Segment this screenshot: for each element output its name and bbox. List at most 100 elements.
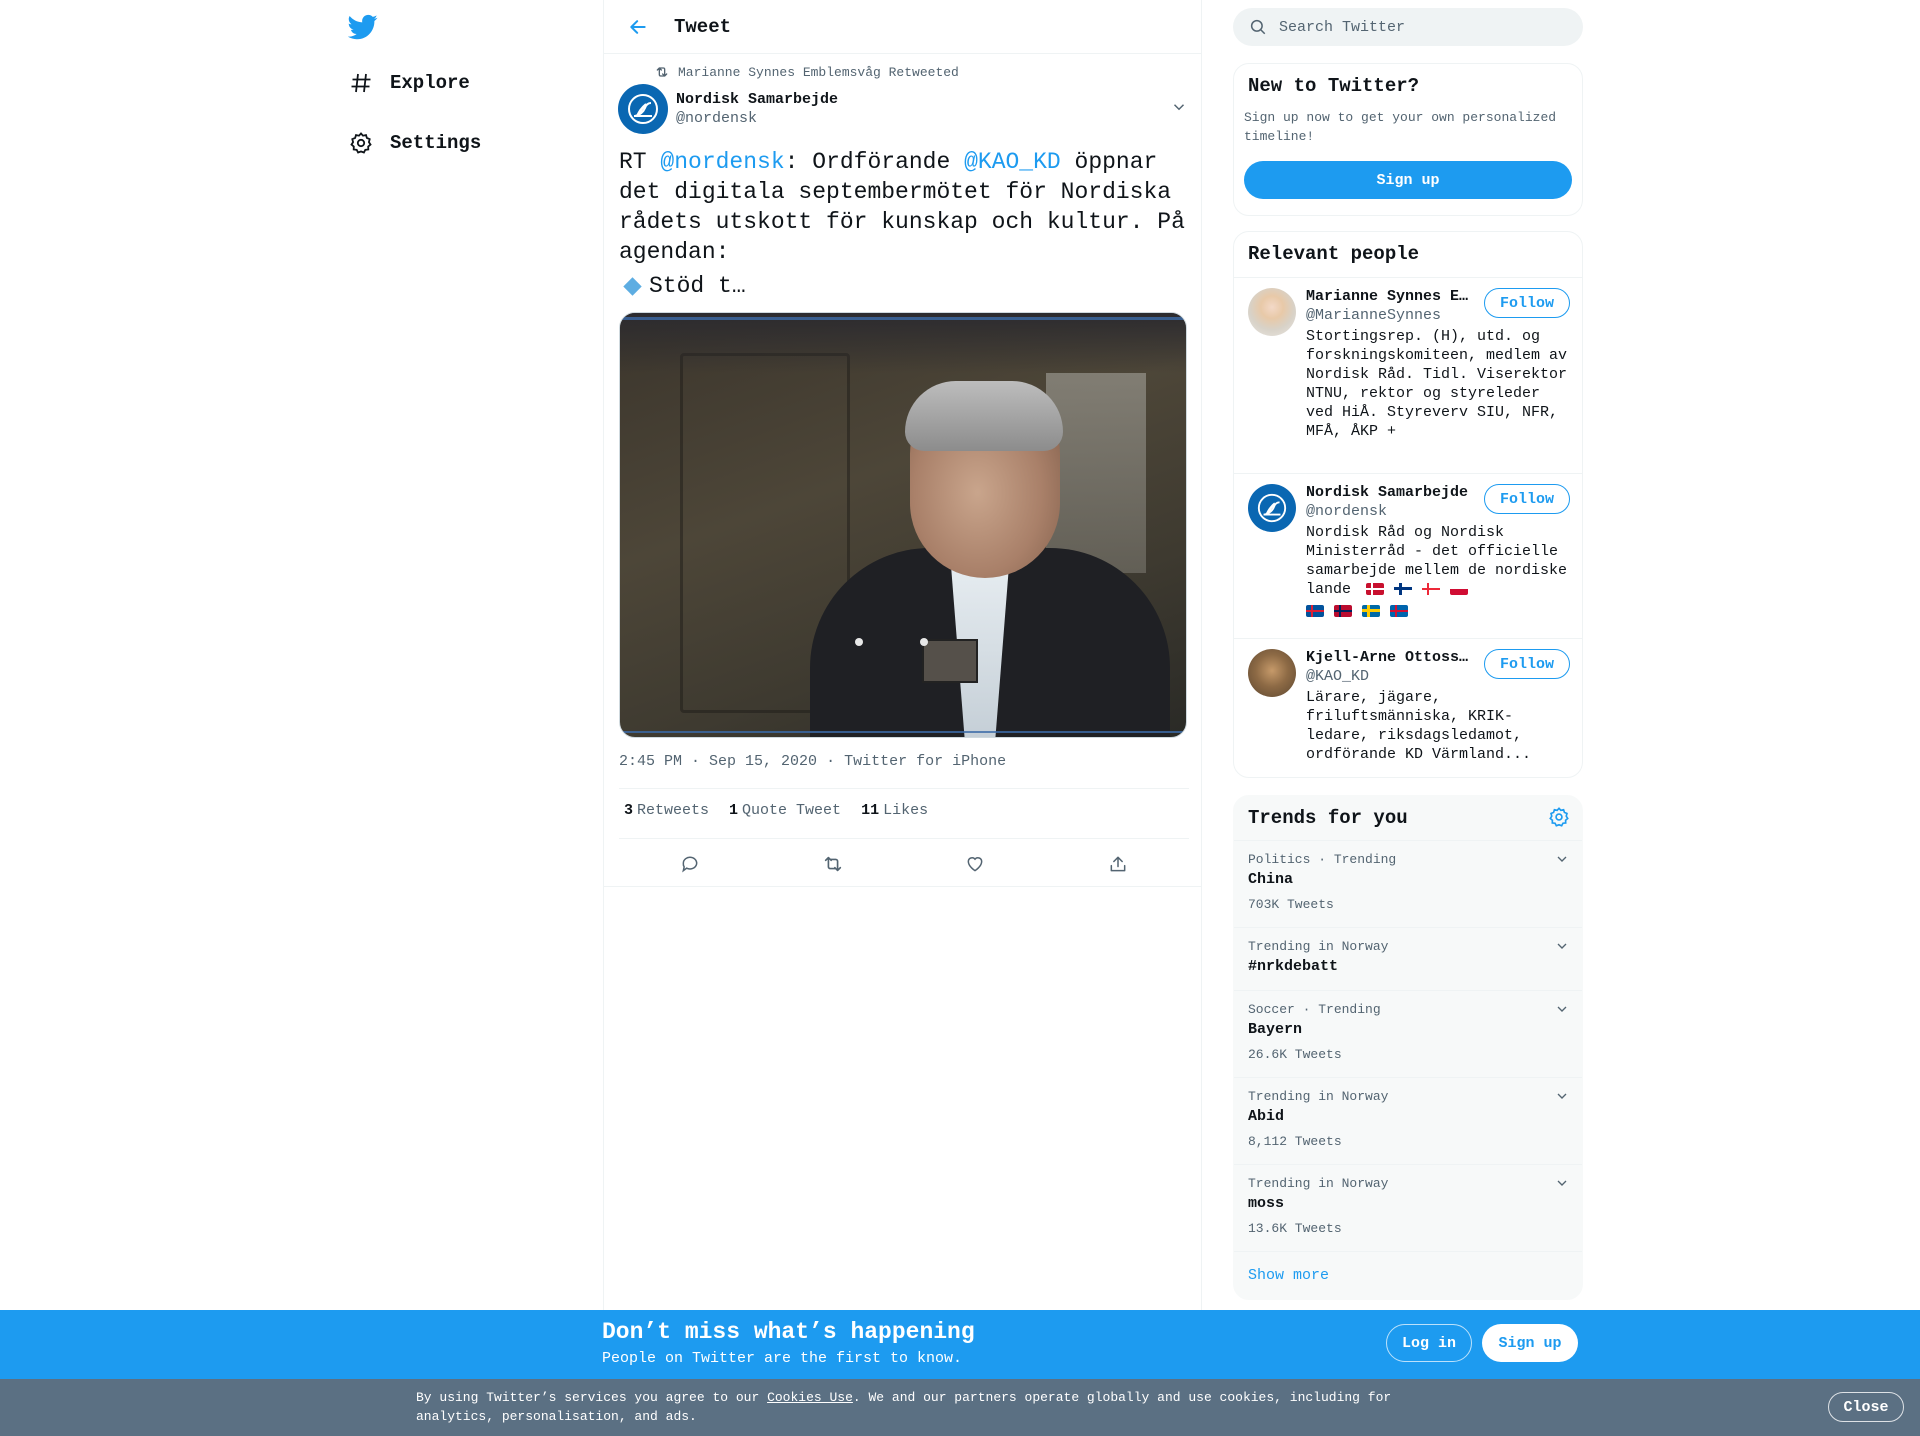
arrow-left-icon	[630, 19, 646, 34]
avatar[interactable]	[1248, 649, 1296, 697]
reply-button[interactable]	[672, 846, 708, 882]
close-button[interactable]: Close	[1828, 1392, 1904, 1422]
trend-item[interactable]: Politics · Trending China 703K Tweets	[1234, 841, 1582, 928]
author-name[interactable]: Nordisk Samarbejde	[676, 91, 838, 108]
tweet-timestamp[interactable]: 2:45 PM · Sep 15, 2020	[619, 753, 817, 770]
chevron-down-icon[interactable]	[1554, 1175, 1570, 1196]
person-name[interactable]: Marianne Synnes E…	[1306, 288, 1476, 305]
avatar[interactable]	[1248, 484, 1296, 532]
person-name[interactable]: Nordisk Samarbejde	[1306, 484, 1476, 501]
divider	[1234, 277, 1582, 278]
person-handle[interactable]: @KAO_KD	[1306, 668, 1369, 685]
avatar[interactable]	[1248, 288, 1296, 336]
trend-name: Bayern	[1248, 1021, 1303, 1038]
nav-settings[interactable]: Settings	[346, 119, 481, 167]
nordic-swan-logo	[628, 94, 658, 124]
photo-window	[1046, 373, 1146, 573]
banner-sign-up-button[interactable]: Sign up	[1482, 1324, 1578, 1362]
tweet-source[interactable]: Twitter for iPhone	[844, 753, 1006, 770]
flag-greenland-icon	[1450, 583, 1469, 596]
tweet-stats: 3 Retweets 1 Quote Tweet 11 Likes	[624, 802, 948, 819]
trend-item[interactable]: Trending in Norway moss 13.6K Tweets	[1234, 1165, 1582, 1252]
retweeted-by-text[interactable]: Marianne Synnes Emblemsvåg Retweeted	[678, 65, 959, 80]
person-bio-block: Nordisk Råd og Nordisk Ministerråd - det…	[1306, 523, 1570, 618]
search-input[interactable]	[1279, 18, 1559, 36]
person-name[interactable]: Kjell-Arne Ottoss…	[1306, 649, 1476, 666]
person-item[interactable]: Marianne Synnes E… @MarianneSynnes Follo…	[1248, 288, 1570, 458]
follow-button[interactable]: Follow	[1484, 649, 1570, 679]
photo-video-thumbnail	[922, 639, 978, 683]
tweet-text-prefix: RT	[619, 149, 661, 175]
cookies-use-link[interactable]: Cookies Use	[767, 1390, 853, 1405]
follow-button[interactable]: Follow	[1484, 288, 1570, 318]
mention-link[interactable]: @nordensk	[660, 149, 784, 175]
tweet-text: RT @nordensk: Ordförande @KAO_KD öppnar …	[619, 147, 1189, 301]
sign-up-button[interactable]: Sign up	[1244, 161, 1572, 199]
trend-meta: Soccer · Trending	[1248, 1002, 1381, 1017]
log-in-button[interactable]: Log in	[1386, 1324, 1472, 1362]
divider	[619, 788, 1189, 789]
like-button[interactable]	[957, 846, 993, 882]
gear-icon[interactable]	[1548, 806, 1570, 833]
flag-norway-icon	[1334, 605, 1352, 618]
author-names: Nordisk Samarbejde @nordensk	[676, 91, 838, 127]
chevron-down-icon[interactable]	[1554, 1088, 1570, 1109]
trend-meta: Trending in Norway	[1248, 1089, 1389, 1104]
mention-link[interactable]: @KAO_KD	[964, 149, 1061, 175]
trend-meta: Politics · Trending	[1248, 852, 1397, 867]
trend-name: moss	[1248, 1195, 1285, 1212]
banner-subtitle: People on Twitter are the first to know.	[602, 1350, 963, 1367]
person-item[interactable]: Kjell-Arne Ottoss… @KAO_KD Follow Lärare…	[1248, 649, 1570, 769]
gear-icon	[346, 128, 376, 158]
twitter-bird-icon[interactable]	[347, 12, 378, 42]
trend-item[interactable]: Trending in Norway #nrkdebatt	[1234, 928, 1582, 991]
nordic-flags	[1366, 583, 1469, 596]
flag-denmark-icon	[1366, 583, 1385, 596]
back-button[interactable]	[618, 7, 658, 47]
retweets-stat[interactable]: 3 Retweets	[624, 802, 709, 819]
tweet-text-middle: : Ordförande	[784, 149, 965, 175]
flag-aland-icon	[1390, 605, 1408, 618]
person-item[interactable]: Nordisk Samarbejde @nordensk Follow Nord…	[1248, 484, 1570, 634]
divider	[1234, 473, 1582, 474]
follow-button[interactable]: Follow	[1484, 484, 1570, 514]
author-handle[interactable]: @nordensk	[676, 110, 838, 127]
tweet-photo[interactable]	[619, 312, 1187, 738]
retweet-context: Marianne Synnes Emblemsvåg Retweeted	[654, 64, 959, 80]
retweet-icon	[824, 856, 841, 872]
trends-title: Trends for you	[1248, 807, 1408, 829]
photo-toolbar	[620, 313, 1186, 373]
main-column: Tweet Marianne Synnes Emblemsvåg Retweet…	[603, 0, 1202, 1310]
trend-meta: Trending in Norway	[1248, 939, 1389, 954]
tweet-actions	[619, 846, 1189, 882]
person-handle[interactable]: @MarianneSynnes	[1306, 307, 1441, 324]
chevron-down-icon[interactable]	[1554, 851, 1570, 872]
avatar[interactable]	[618, 84, 668, 134]
search-icon	[1250, 19, 1266, 35]
divider	[619, 838, 1189, 839]
flag-sweden-icon	[1362, 605, 1380, 618]
trend-item[interactable]: Soccer · Trending Bayern 26.6K Tweets	[1234, 991, 1582, 1078]
person-handle[interactable]: @nordensk	[1306, 503, 1387, 520]
retweet-icon	[656, 67, 668, 77]
search-bar[interactable]	[1233, 8, 1583, 46]
flag-faroe-islands-icon	[1422, 583, 1441, 596]
trend-count: 703K Tweets	[1248, 897, 1334, 912]
nav-explore[interactable]: Explore	[346, 59, 470, 107]
cookie-text: By using Twitter’s services you agree to…	[416, 1388, 1406, 1426]
trend-item[interactable]: Trending in Norway Abid 8,112 Tweets	[1234, 1078, 1582, 1165]
trends-card: Trends for you Politics · Trending China…	[1233, 795, 1583, 1300]
meta-separator: ·	[826, 753, 845, 770]
quote-tweets-stat[interactable]: 1 Quote Tweet	[729, 802, 841, 819]
chevron-down-icon[interactable]	[1554, 1001, 1570, 1022]
show-more-link[interactable]: Show more	[1248, 1267, 1329, 1284]
likes-stat[interactable]: 11 Likes	[861, 802, 928, 819]
retweet-button[interactable]	[815, 846, 851, 882]
blue-diamond-emoji-icon	[623, 276, 642, 296]
new-to-twitter-description: Sign up now to get your own personalized…	[1244, 110, 1557, 144]
chevron-down-icon[interactable]	[1554, 938, 1570, 959]
share-button[interactable]	[1100, 846, 1136, 882]
more-options-chevron-down-icon[interactable]	[1170, 98, 1188, 121]
likes-count: 11	[861, 802, 880, 819]
retweets-label: Retweets	[637, 802, 710, 819]
